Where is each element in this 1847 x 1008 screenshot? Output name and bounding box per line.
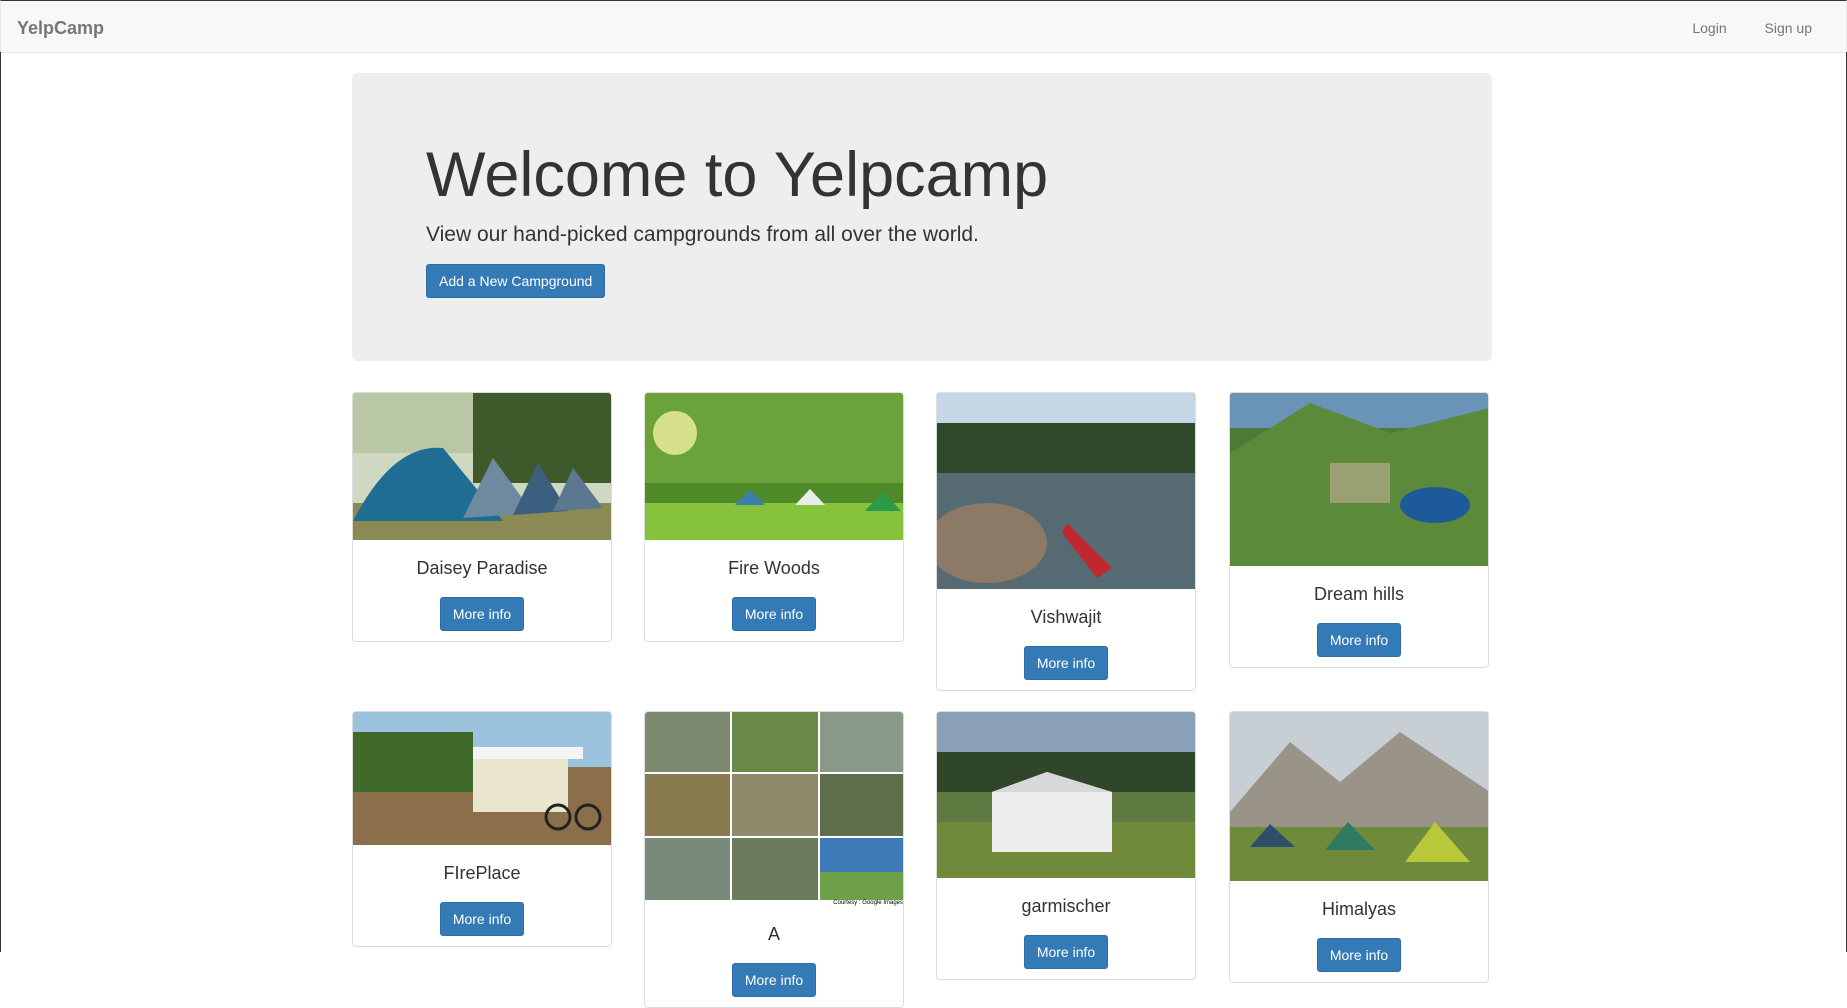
campground-image[interactable]: Courtesy : Google Images (645, 712, 904, 906)
campground-name: garmischer (1021, 896, 1111, 916)
page-subtitle: View our hand-picked campgrounds from al… (426, 223, 979, 246)
add-campground-button[interactable]: Add a New Campground (426, 264, 606, 298)
campground-image[interactable] (937, 712, 1196, 878)
campground-card: Dream hills More info (1229, 392, 1489, 668)
more-info-button[interactable]: More info (439, 902, 525, 936)
campground-name: Himalyas (1321, 899, 1396, 919)
campground-card: garmischer More info (936, 711, 1196, 980)
jumbotron: Welcome to Yelpcamp View our hand-picked… (352, 73, 1492, 361)
signup-link[interactable]: Sign up (1765, 20, 1812, 36)
campground-name: Dream hills (1313, 584, 1405, 604)
more-info-button[interactable]: More info (1316, 938, 1402, 972)
nav-links: Login Sign up (1658, 20, 1812, 36)
login-link[interactable]: Login (1692, 20, 1726, 36)
more-info-button[interactable]: More info (1023, 935, 1109, 969)
brand-link[interactable]: YelpCamp (17, 18, 104, 39)
page-title: Welcome to Yelpcamp (426, 140, 1049, 210)
campground-image[interactable] (1230, 712, 1489, 881)
more-info-button[interactable]: More info (439, 597, 525, 631)
campground-name: Vishwajit (1030, 607, 1102, 627)
image-caption: Courtesy : Google Images (833, 900, 903, 906)
campground-name: A (767, 924, 780, 944)
campground-name: Fire Woods (728, 558, 820, 578)
more-info-button[interactable]: More info (1316, 623, 1402, 657)
campground-card: Vishwajit More info (936, 392, 1196, 691)
campground-image[interactable] (353, 712, 612, 845)
campground-card: Fire Woods More info (644, 392, 904, 642)
campground-image[interactable] (645, 393, 904, 540)
campground-card: Courtesy : Google Images A More info (644, 711, 904, 1008)
campground-card: Himalyas More info (1229, 711, 1489, 983)
window-edge-left (0, 52, 1, 952)
navbar: YelpCamp Login Sign up (0, 0, 1847, 53)
more-info-button[interactable]: More info (731, 597, 817, 631)
campground-name: Daisey Paradise (416, 558, 548, 578)
campground-image[interactable] (937, 393, 1196, 589)
more-info-button[interactable]: More info (1023, 646, 1109, 680)
campground-name: FIrePlace (443, 863, 521, 883)
campground-image[interactable] (353, 393, 612, 540)
campground-card: FIrePlace More info (352, 711, 612, 947)
campground-image[interactable] (1230, 393, 1489, 566)
campground-card: Daisey Paradise More info (352, 392, 612, 642)
more-info-button[interactable]: More info (731, 963, 817, 997)
